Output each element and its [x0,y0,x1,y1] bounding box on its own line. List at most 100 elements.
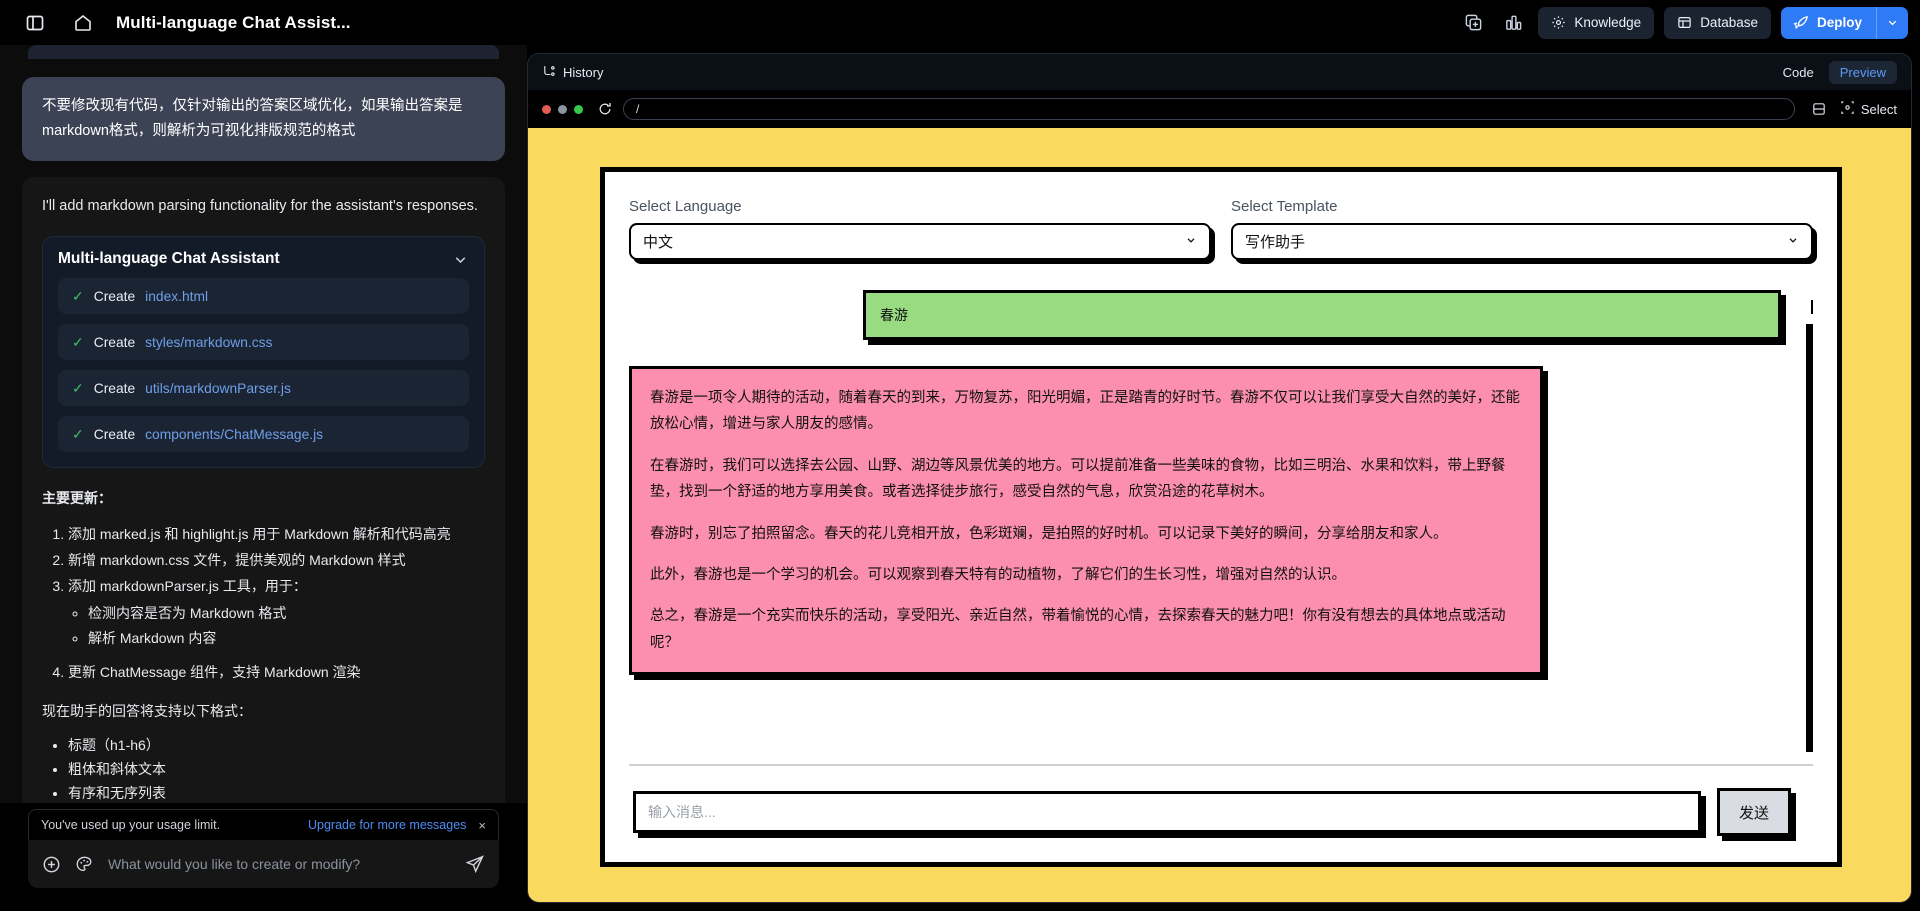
project-card[interactable]: Multi-language Chat Assistant ✓ Create i… [42,236,485,469]
preview-panel-inner: History Code Preview / Select Select Lan… [527,53,1912,903]
deploy-button-group: Deploy [1780,6,1908,39]
assistant-intro-text: I'll add markdown parsing functionality … [42,197,478,214]
preview-message-input[interactable]: 输入消息... [633,791,1701,833]
chevron-down-icon [1787,234,1799,249]
settings-row: Select Language 中文 Select Template 写作助手 [629,198,1813,260]
preview-user-message: 春游 [863,290,1781,340]
list-item: 解析 Markdown 内容 [88,626,485,650]
user-message-row: 春游 [629,290,1803,340]
deploy-dropdown-caret-icon[interactable] [1876,6,1908,39]
list-item-text: 新增 markdown.css 文件，提供美观的 Markdown 样式 [68,552,406,569]
palette-icon[interactable] [75,855,94,874]
app-preview-viewport: Select Language 中文 Select Template 写作助手 … [528,128,1911,902]
knowledge-button[interactable]: Knowledge [1538,6,1655,39]
maximize-dot-icon[interactable] [574,104,583,114]
formats-heading: 现在助手的回答将支持以下格式： [42,702,252,719]
home-icon[interactable] [66,6,100,40]
language-value: 中文 [643,234,674,251]
assistant-paragraph: 春游时，别忘了拍照留念。春天的花儿竞相开放，色彩斑斓，是拍照的好时机。可以记录下… [650,525,1448,542]
preview-toolbar: History Code Preview [528,54,1911,90]
minimize-dot-icon[interactable] [558,104,567,114]
language-label: Select Language [629,198,742,215]
file-path-label: utils/markdownParser.js [145,380,291,396]
thread-top-partial-bubble [28,45,499,59]
tab-code[interactable]: Code [1772,61,1825,84]
history-button[interactable]: History [542,64,603,81]
chevron-down-icon [1185,234,1197,249]
chat-thread[interactable]: 不要修改现有代码，仅针对输出的答案区域优化，如果输出答案是markdown格式，… [0,45,527,803]
send-icon[interactable] [465,854,485,874]
file-path-label: components/ChatMessage.js [145,426,324,442]
updates-list: 添加 marked.js 和 highlight.js 用于 Markdown … [68,522,485,684]
bar-chart-icon[interactable] [1498,8,1528,38]
upgrade-link[interactable]: Upgrade for more messages [308,818,466,832]
list-item: 粗体和斜体文本 [68,757,485,781]
list-item-text: 更新 ChatMessage 组件，支持 Markdown 渲染 [68,664,361,681]
file-action-label: Create [93,380,136,396]
app-header: Multi-language Chat Assist... Knowledge [0,0,1920,45]
list-item-text: 添加 marked.js 和 highlight.js 用于 Markdown … [68,526,451,543]
sidebar-toggle-icon[interactable] [18,6,52,40]
list-item-text: 添加 markdownParser.js 工具，用于： [68,578,307,595]
message-composer[interactable]: What would you like to create or modify? [28,840,499,888]
chevron-down-icon[interactable] [452,251,469,268]
template-select[interactable]: 写作助手 [1231,223,1813,260]
deploy-label: Deploy [1816,15,1862,30]
database-button[interactable]: Database [1664,6,1771,39]
chat-scrollbar-cap [1811,300,1813,314]
list-item: 添加 markdownParser.js 工具，用于： 检测内容是否为 Mark… [68,574,485,650]
select-button[interactable]: Select [1840,100,1897,118]
close-icon[interactable]: × [478,818,486,833]
formats-list: 标题（h1-h6） 粗体和斜体文本 有序和无序列表 [68,733,485,803]
file-action-row[interactable]: ✓ Create utils/markdownParser.js [58,370,469,407]
list-item: 标题（h1-h6） [68,733,485,757]
chat-sidebar: 不要修改现有代码，仅针对输出的答案区域优化，如果输出答案是markdown格式，… [0,45,527,911]
usage-limit-text: You've used up your usage limit. [41,818,221,832]
database-label: Database [1700,15,1758,30]
plus-circle-icon[interactable] [42,855,61,874]
template-select-group: Select Template 写作助手 [1231,198,1813,260]
preview-assistant-message: 春游是一项令人期待的活动，随着春天的到来，万物复苏，阳光明媚，正是踏青的好时节。… [629,366,1543,675]
select-target-icon [1840,100,1855,118]
add-to-collection-icon[interactable] [1458,8,1488,38]
check-icon: ✓ [72,380,84,397]
url-text: / [636,102,640,116]
device-frame-icon[interactable] [1811,101,1827,117]
template-label: Select Template [1231,198,1338,215]
composer-input[interactable]: What would you like to create or modify? [108,856,451,872]
assistant-paragraph: 在春游时，我们可以选择去公园、山野、湖边等风景优美的地方。可以提前准备一些美味的… [650,457,1506,501]
select-label: Select [1860,101,1897,117]
file-action-row[interactable]: ✓ Create components/ChatMessage.js [58,416,469,453]
check-icon: ✓ [72,426,84,443]
language-select-group: Select Language 中文 [629,198,1211,260]
check-icon: ✓ [72,334,84,351]
usage-limit-banner: You've used up your usage limit. Upgrade… [28,809,499,841]
language-select[interactable]: 中文 [629,223,1211,260]
list-item: 添加 marked.js 和 highlight.js 用于 Markdown … [68,522,485,546]
chat-scrollbar[interactable] [1806,300,1813,752]
assistant-message-bubble: I'll add markdown parsing functionality … [22,176,505,803]
close-dot-icon[interactable] [542,104,551,114]
file-action-label: Create [93,288,136,304]
window-dots [542,104,583,114]
view-mode-tabs: Code Preview [1772,60,1897,84]
file-path-label: styles/markdown.css [145,334,273,350]
chrome-actions: Select [1805,100,1897,118]
preview-send-button[interactable]: 发送 [1717,788,1791,836]
file-path-label: index.html [145,288,209,304]
chat-messages-area[interactable]: 春游 春游是一项令人期待的活动，随着春天的到来，万物复苏，阳光明媚，正是踏青的好… [629,290,1813,758]
project-card-header[interactable]: Multi-language Chat Assistant [58,250,469,268]
url-bar[interactable]: / [623,98,1795,120]
preview-composer-row: 输入消息... 发送 [629,764,1813,862]
chat-scrollbar-thumb[interactable] [1806,324,1813,752]
header-actions: Knowledge Database Deploy [1458,0,1920,45]
reload-icon[interactable] [597,101,613,117]
tab-preview[interactable]: Preview [1828,60,1897,84]
file-action-row[interactable]: ✓ Create index.html [58,278,469,315]
list-item: 有序和无序列表 [68,781,485,803]
project-card-title: Multi-language Chat Assistant [58,250,280,268]
preview-panel: History Code Preview / Select Select Lan… [527,45,1920,911]
deploy-button[interactable]: Deploy [1780,6,1876,39]
assistant-paragraph: 春游是一项令人期待的活动，随着春天的到来，万物复苏，阳光明媚，正是踏青的好时节。… [650,390,1520,433]
file-action-row[interactable]: ✓ Create styles/markdown.css [58,324,469,361]
